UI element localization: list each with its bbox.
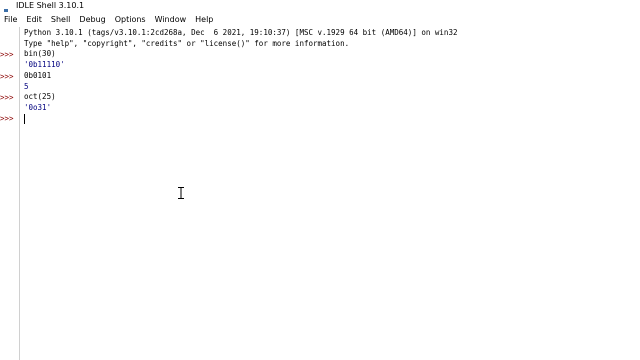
menu-bar: File Edit Shell Debug Options Window Hel… <box>0 13 640 27</box>
shell-input-line: oct(25) <box>24 92 56 101</box>
window-title: IDLE Shell 3.10.1 <box>16 1 85 10</box>
title-bar: IDLE Shell 3.10.1 <box>0 0 640 17</box>
menu-shell[interactable]: Shell <box>47 13 76 27</box>
menu-debug[interactable]: Debug <box>75 13 110 27</box>
banner-line: Type "help", "copyright", "credits" or "… <box>24 39 350 48</box>
shell-text-area[interactable]: Python 3.10.1 (tags/v3.10.1:2cd268a, Dec… <box>24 27 640 360</box>
shell-prompt: >>> <box>0 93 14 102</box>
shell-output-line: '0o31' <box>24 103 52 112</box>
menu-help[interactable]: Help <box>191 13 218 27</box>
banner-line: Python 3.10.1 (tags/v3.10.1:2cd268a, Dec… <box>24 28 458 37</box>
shell-output-line: '0b11110' <box>24 60 65 69</box>
shell-prompt: >>> <box>0 72 14 81</box>
menu-options[interactable]: Options <box>111 13 151 27</box>
ibeam-cursor-icon <box>178 184 184 199</box>
menu-file[interactable]: File <box>0 13 22 27</box>
shell-prompt: >>> <box>0 114 14 123</box>
menu-edit[interactable]: Edit <box>22 13 47 27</box>
menu-window[interactable]: Window <box>151 13 192 27</box>
shell-input-line: bin(30) <box>24 49 56 58</box>
shell-input-line: 0b0101 <box>24 71 52 80</box>
shell-prompt: >>> <box>0 50 14 59</box>
text-caret <box>24 114 25 124</box>
idle-app-icon <box>3 2 12 17</box>
